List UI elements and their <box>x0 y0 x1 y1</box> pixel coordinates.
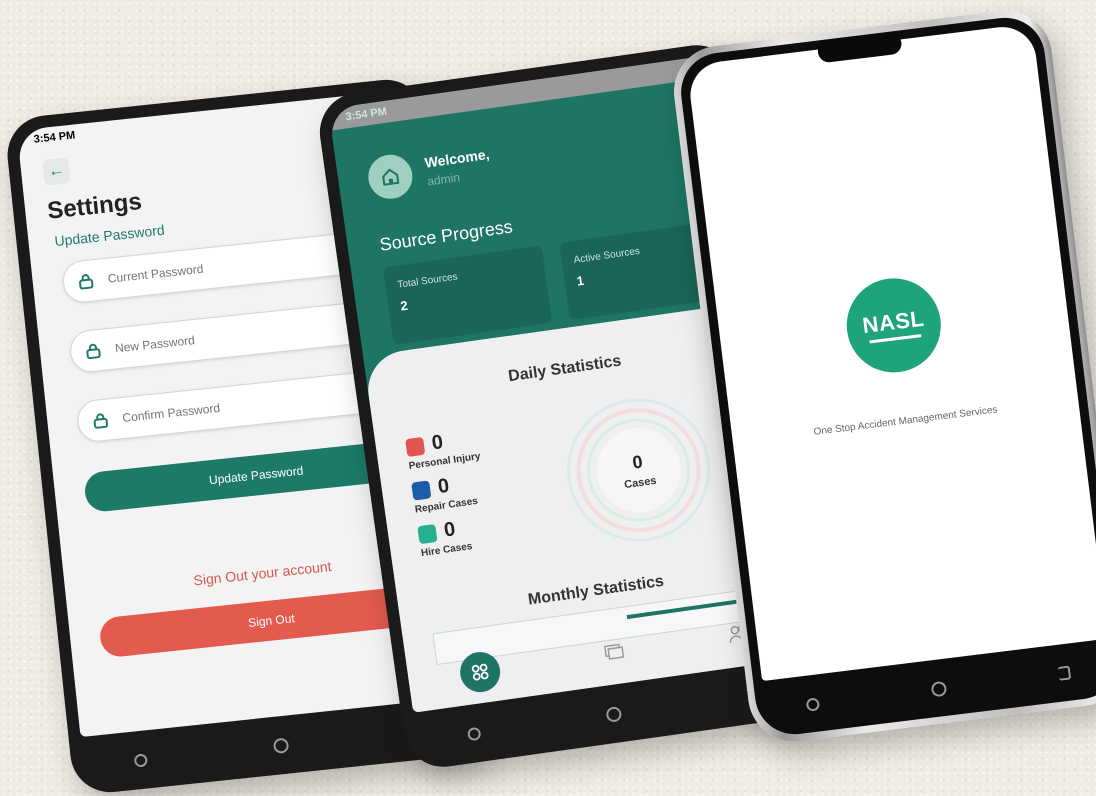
hire-cases-swatch <box>417 523 438 544</box>
recents-icon[interactable] <box>467 726 482 741</box>
total-sources-card[interactable]: Total Sources 2 <box>382 245 553 345</box>
donut-value: 0 <box>631 451 644 473</box>
legend-value: 0 <box>436 474 451 499</box>
recents-icon[interactable] <box>805 696 820 712</box>
new-password-input[interactable] <box>112 313 371 357</box>
home-icon[interactable] <box>605 705 623 723</box>
nasl-logo: NASL <box>841 272 947 378</box>
lock-icon <box>79 274 94 290</box>
tagline: One Stop Accident Management Services <box>812 403 999 438</box>
status-time: 3:54 PM <box>344 105 388 124</box>
donut-label: Cases <box>623 474 658 491</box>
dashboard-tab-icon[interactable] <box>457 649 503 695</box>
legend-value: 0 <box>430 431 445 455</box>
home-icon[interactable] <box>930 680 948 697</box>
confirm-password-input[interactable] <box>119 383 378 427</box>
status-time: 3:54 PM <box>33 129 76 146</box>
cases-donut-chart: 0 Cases <box>554 385 723 554</box>
legend-value: 0 <box>442 518 457 542</box>
lock-icon <box>86 343 101 360</box>
lock-icon <box>93 413 109 429</box>
back-arrow-icon[interactable]: ← <box>42 157 71 186</box>
personal-injury-swatch <box>404 436 426 457</box>
current-password-input[interactable] <box>104 244 364 287</box>
home-icon[interactable] <box>272 737 290 754</box>
home-icon <box>365 151 416 202</box>
repair-cases-swatch <box>411 479 432 501</box>
back-icon[interactable] <box>1057 665 1072 681</box>
sources-tab-icon[interactable] <box>601 638 627 668</box>
stats-legend: 0 Personal Injury 0 Repair Cases 0 Hire … <box>404 417 562 567</box>
recents-icon[interactable] <box>133 752 149 768</box>
